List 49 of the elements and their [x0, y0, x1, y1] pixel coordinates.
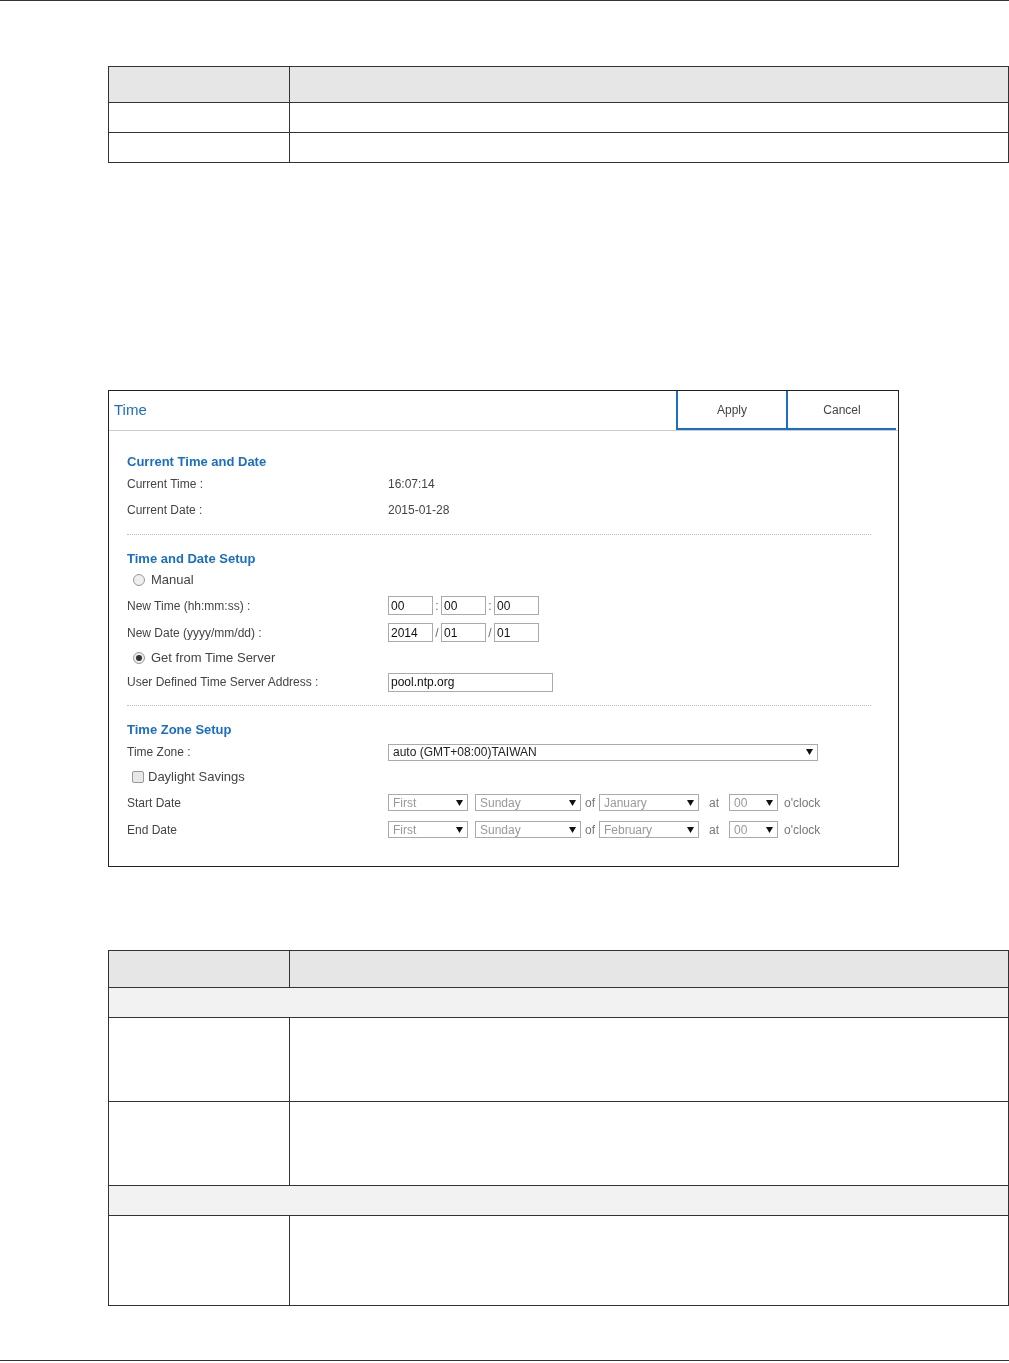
separator: : [487, 597, 493, 615]
toolbar-button[interactable]: Cancel [786, 391, 896, 430]
dropdown-arrow-icon [569, 826, 576, 833]
input-field[interactable]: 00 [441, 596, 486, 615]
section-title: Current Time and Date [127, 453, 268, 471]
connector-text: at [708, 794, 721, 812]
field-label: Time Zone : [127, 744, 192, 761]
connector-text: at [708, 821, 721, 839]
radio-label: Manual [151, 571, 194, 590]
field-label: End Date [127, 821, 179, 839]
toolbar-button[interactable]: Apply [676, 391, 786, 430]
dropdown-arrow-icon [687, 826, 694, 833]
field-label: Start Date [127, 794, 183, 812]
field-label: Current Time : [127, 476, 205, 493]
input-field[interactable]: 2014 [388, 623, 433, 642]
field-value: 16:07:14 [388, 476, 435, 493]
input-field[interactable]: 00 [388, 596, 433, 615]
field-label: New Time (hh:mm:ss) : [127, 597, 252, 615]
dropdown-arrow-icon [806, 749, 813, 755]
dropdown-arrow-icon [766, 826, 774, 833]
separator: : [434, 597, 440, 615]
dropdown-arrow-icon [687, 799, 694, 806]
connector-text: of [584, 821, 596, 839]
checkbox-label: Daylight Savings [148, 768, 245, 787]
section-title: Time Zone Setup [127, 721, 233, 739]
dropdown-arrow-icon [456, 826, 463, 833]
window-title: Time [113, 400, 148, 421]
field-value: 2015-01-28 [388, 502, 450, 519]
radio-button[interactable] [133, 574, 145, 586]
dropdown[interactable]: auto (GMT+08:00)TAIWAN [388, 743, 818, 761]
radio-button[interactable] [133, 652, 145, 664]
field-label: User Defined Time Server Address : [127, 674, 320, 691]
section-title: Time and Date Setup [127, 550, 257, 568]
input-field[interactable]: 01 [494, 623, 539, 642]
connector-text: of [584, 794, 596, 812]
checkbox[interactable] [132, 771, 144, 783]
field-label: Current Date : [127, 502, 204, 519]
dropdown-arrow-icon [766, 799, 774, 806]
connector-text: o'clock [783, 794, 821, 812]
separator: / [434, 624, 440, 642]
connector-text: o'clock [783, 821, 821, 839]
input-field[interactable]: 01 [441, 623, 486, 642]
radio-label: Get from Time Server [151, 649, 276, 668]
dropdown-arrow-icon [456, 799, 463, 806]
input-field[interactable]: 00 [494, 596, 539, 615]
input-field[interactable]: pool.ntp.org [388, 672, 553, 692]
dropdown-arrow-icon [569, 799, 576, 806]
field-label: New Date (yyyy/mm/dd) : [127, 624, 263, 642]
separator: / [487, 624, 493, 642]
